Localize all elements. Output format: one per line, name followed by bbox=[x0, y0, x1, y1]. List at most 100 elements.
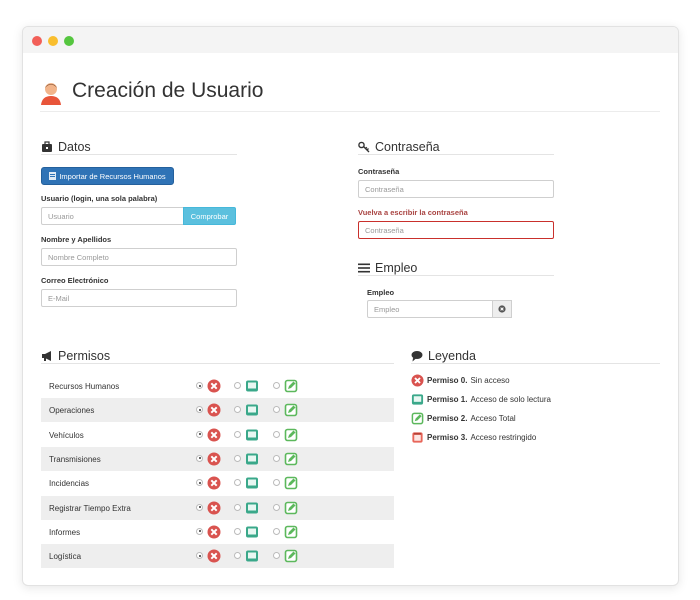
repeat-password-input[interactable]: Contraseña bbox=[358, 221, 554, 239]
permission-name: Incidencias bbox=[49, 479, 90, 489]
permission-row: Recursos Humanos bbox=[41, 374, 394, 398]
window-titlebar bbox=[23, 27, 678, 53]
perm-0-radio[interactable] bbox=[196, 454, 203, 462]
nombre-label: Nombre y Apellidos bbox=[41, 235, 112, 244]
contrasena-heading: Contraseña bbox=[358, 140, 440, 154]
permission-name: Vehículos bbox=[49, 430, 84, 440]
permission-name: Informes bbox=[49, 527, 81, 537]
usuario-input[interactable]: Usuario bbox=[41, 207, 184, 225]
deny-x-icon[interactable] bbox=[207, 525, 221, 539]
read-only-monitor-icon[interactable] bbox=[245, 525, 259, 539]
full-access-pencil-icon[interactable] bbox=[284, 501, 298, 515]
deny-x-icon[interactable] bbox=[207, 549, 221, 563]
minimize-window-dot[interactable] bbox=[48, 36, 58, 46]
full-access-pencil-icon[interactable] bbox=[284, 476, 298, 490]
legend-desc: Acceso de solo lectura bbox=[470, 395, 551, 404]
password-input[interactable]: Contraseña bbox=[358, 180, 554, 198]
comment-icon bbox=[411, 351, 423, 362]
deny-x-icon[interactable] bbox=[207, 501, 221, 515]
deny-x-icon[interactable] bbox=[207, 428, 221, 442]
legend-key: Permiso 0. bbox=[427, 376, 468, 385]
perm-1-radio[interactable] bbox=[234, 430, 241, 438]
perm-2-radio[interactable] bbox=[273, 503, 280, 511]
perm-1-radio[interactable] bbox=[234, 454, 241, 462]
full-access-pencil-icon[interactable] bbox=[284, 403, 298, 417]
perm-0-radio[interactable] bbox=[196, 406, 203, 414]
deny-x-icon[interactable] bbox=[207, 379, 221, 393]
perm-0-radio[interactable] bbox=[196, 382, 203, 389]
pass-label: Contraseña bbox=[358, 167, 400, 176]
permission-name: Recursos Humanos bbox=[49, 382, 120, 391]
correo-input[interactable]: E-Mail bbox=[41, 289, 237, 307]
perm-2-radio[interactable] bbox=[273, 430, 280, 438]
perm-0-radio[interactable] bbox=[196, 430, 203, 438]
full-access-pencil-icon bbox=[411, 412, 424, 425]
deny-x-icon[interactable] bbox=[207, 403, 221, 417]
perm-1-radio[interactable] bbox=[234, 552, 241, 560]
maximize-window-dot[interactable] bbox=[64, 36, 74, 46]
legend-desc: Sin acceso bbox=[470, 376, 510, 385]
permission-name: Registrar Tiempo Extra bbox=[49, 503, 131, 513]
perm-2-radio[interactable] bbox=[273, 552, 280, 560]
read-only-monitor-icon[interactable] bbox=[245, 549, 259, 563]
full-access-pencil-icon[interactable] bbox=[284, 452, 298, 466]
permisos-divider bbox=[41, 363, 394, 364]
read-only-monitor-icon bbox=[411, 394, 424, 405]
import-hr-label: Importar de Recursos Humanos bbox=[59, 171, 166, 181]
read-only-monitor-icon[interactable] bbox=[245, 452, 259, 466]
empleo-heading: Empleo bbox=[358, 261, 417, 275]
briefcase-icon bbox=[42, 141, 52, 152]
import-hr-button[interactable]: Importar de Recursos Humanos bbox=[41, 167, 174, 185]
full-access-pencil-icon[interactable] bbox=[284, 379, 298, 393]
permission-row: Transmisiones bbox=[41, 446, 394, 471]
leyenda-heading-text: Leyenda bbox=[428, 349, 476, 363]
browser-window: Creación de Usuario Datos Importar de Re… bbox=[22, 26, 679, 586]
perm-2-radio[interactable] bbox=[273, 382, 280, 389]
perm-1-radio[interactable] bbox=[234, 527, 241, 535]
full-access-pencil-icon[interactable] bbox=[284, 525, 298, 539]
perm-0-radio[interactable] bbox=[196, 503, 203, 511]
read-only-monitor-icon[interactable] bbox=[245, 428, 259, 442]
comprobar-button[interactable]: Comprobar bbox=[183, 207, 236, 225]
legend-key: Permiso 1. bbox=[427, 395, 468, 404]
list-icon bbox=[49, 172, 57, 180]
legend-desc: Acceso Total bbox=[470, 414, 516, 423]
deny-x-icon[interactable] bbox=[207, 476, 221, 490]
perm-2-radio[interactable] bbox=[273, 527, 280, 535]
full-access-pencil-icon[interactable] bbox=[284, 549, 298, 563]
contrasena-divider bbox=[358, 154, 554, 155]
legend-desc: Acceso restringido bbox=[470, 433, 537, 442]
perm-0-radio[interactable] bbox=[196, 527, 203, 535]
legend-item-permiso-1: Permiso 1. Acceso de solo lectura bbox=[411, 393, 551, 406]
read-only-monitor-icon[interactable] bbox=[245, 476, 259, 490]
close-window-dot[interactable] bbox=[32, 36, 42, 46]
menu-lines-icon bbox=[358, 263, 370, 273]
read-only-monitor-icon[interactable] bbox=[245, 379, 259, 393]
legend-item-permiso-0: Permiso 0. Sin acceso bbox=[411, 374, 510, 387]
perm-2-radio[interactable] bbox=[273, 406, 280, 414]
perm-0-radio[interactable] bbox=[196, 552, 203, 560]
legend-item-permiso-2: Permiso 2. Acceso Total bbox=[411, 412, 516, 425]
deny-x-icon[interactable] bbox=[207, 452, 221, 466]
perm-1-radio[interactable] bbox=[234, 503, 241, 511]
user-avatar-icon bbox=[41, 83, 61, 105]
full-access-pencil-icon[interactable] bbox=[284, 428, 298, 442]
read-only-monitor-icon[interactable] bbox=[245, 501, 259, 515]
permission-row: Informes bbox=[41, 520, 394, 544]
perm-0-radio[interactable] bbox=[196, 479, 203, 487]
clear-circle-icon bbox=[498, 305, 506, 313]
read-only-monitor-icon[interactable] bbox=[245, 403, 259, 417]
repeat-pass-label: Vuelva a escribir la contraseña bbox=[358, 208, 468, 217]
permission-row: Logística bbox=[41, 544, 394, 569]
perm-2-radio[interactable] bbox=[273, 479, 280, 487]
perm-1-radio[interactable] bbox=[234, 406, 241, 414]
empleo-input[interactable]: Empleo bbox=[367, 300, 493, 318]
perm-1-radio[interactable] bbox=[234, 382, 241, 389]
key-icon bbox=[358, 141, 370, 153]
nombre-input[interactable]: Nombre Completo bbox=[41, 248, 237, 266]
perm-1-radio[interactable] bbox=[234, 479, 241, 487]
perm-2-radio[interactable] bbox=[273, 454, 280, 462]
title-divider bbox=[40, 111, 660, 112]
empleo-clear-button[interactable] bbox=[492, 300, 512, 318]
usuario-label: Usuario (login, una sola palabra) bbox=[41, 194, 158, 203]
